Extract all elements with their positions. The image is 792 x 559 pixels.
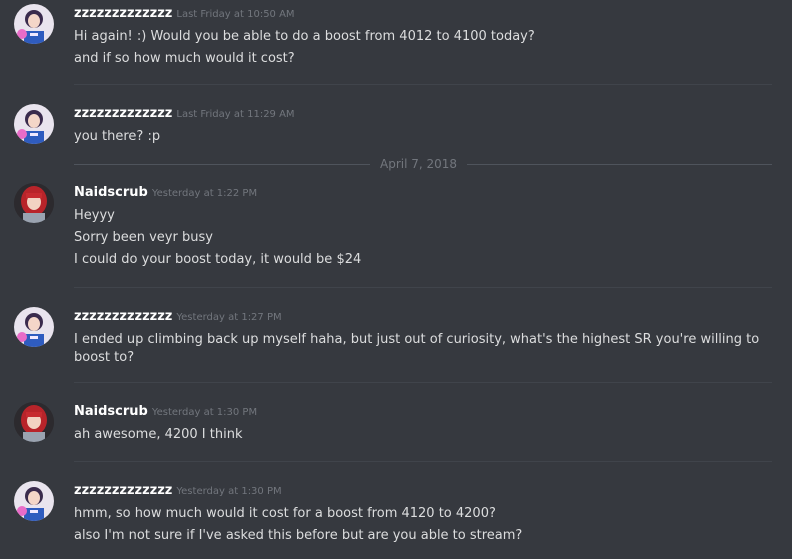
message-header: zzzzzzzzzzzzz Yesterday at 1:30 PM bbox=[74, 481, 282, 500]
avatar-naidscrub[interactable] bbox=[14, 183, 54, 223]
avatar-dva[interactable] bbox=[14, 4, 54, 44]
message-divider bbox=[74, 287, 772, 288]
username[interactable]: zzzzzzzzzzzzz bbox=[74, 483, 172, 498]
dva-avatar-icon bbox=[14, 4, 54, 44]
timestamp: Yesterday at 1:30 PM bbox=[151, 407, 258, 418]
avatar-dva[interactable] bbox=[14, 104, 54, 144]
timestamp: Last Friday at 11:29 AM bbox=[176, 109, 295, 120]
username[interactable]: Naidscrub bbox=[74, 185, 148, 200]
message-line: I ended up climbing back up myself haha,… bbox=[74, 332, 760, 365]
avatar-dva[interactable] bbox=[14, 307, 54, 347]
timestamp: Yesterday at 1:30 PM bbox=[176, 486, 282, 497]
dva-avatar-icon bbox=[14, 307, 54, 347]
message-content: ah awesome, 4200 I think bbox=[74, 424, 774, 446]
message-line: Hi again! :) Would you be able to do a b… bbox=[74, 29, 535, 44]
date-divider-label: April 7, 2018 bbox=[370, 157, 468, 171]
message-header: zzzzzzzzzzzzz Last Friday at 10:50 AM bbox=[74, 4, 295, 23]
message-line: also I'm not sure if I've asked this bef… bbox=[74, 528, 523, 543]
message-header: Naidscrub Yesterday at 1:22 PM bbox=[74, 183, 257, 202]
message-divider bbox=[74, 84, 772, 85]
message-line: Sorry been veyr busy bbox=[74, 230, 213, 245]
message-header: Naidscrub Yesterday at 1:30 PM bbox=[74, 402, 257, 421]
message-content: Heyyy Sorry been veyr busy I could do yo… bbox=[74, 205, 774, 271]
chat-messages-container: zzzzzzzzzzzzz Last Friday at 10:50 AM Hi … bbox=[0, 0, 792, 559]
message-line: Heyyy bbox=[74, 208, 115, 223]
timestamp: Last Friday at 10:50 AM bbox=[176, 9, 295, 20]
red-hair-avatar-icon bbox=[14, 402, 54, 442]
message-content: you there? :p bbox=[74, 126, 774, 148]
message-divider bbox=[74, 461, 772, 462]
username[interactable]: Naidscrub bbox=[74, 404, 148, 419]
timestamp: Yesterday at 1:22 PM bbox=[151, 188, 258, 199]
avatar-dva[interactable] bbox=[14, 481, 54, 521]
username[interactable]: zzzzzzzzzzzzz bbox=[74, 309, 172, 324]
message-line: I could do your boost today, it would be… bbox=[74, 252, 362, 267]
username[interactable]: zzzzzzzzzzzzz bbox=[74, 106, 172, 121]
red-hair-avatar-icon bbox=[14, 183, 54, 223]
dva-avatar-icon bbox=[14, 481, 54, 521]
username[interactable]: zzzzzzzzzzzzz bbox=[74, 6, 172, 21]
message-content: Hi again! :) Would you be able to do a b… bbox=[74, 26, 774, 70]
message-line: hmm, so how much would it cost for a boo… bbox=[74, 506, 496, 521]
message-header: zzzzzzzzzzzzz Yesterday at 1:27 PM bbox=[74, 307, 282, 326]
message-divider bbox=[74, 382, 772, 383]
dva-avatar-icon bbox=[14, 104, 54, 144]
message-content: I ended up climbing back up myself haha,… bbox=[74, 329, 774, 367]
message-line: and if so how much would it cost? bbox=[74, 51, 295, 66]
message-line: ah awesome, 4200 I think bbox=[74, 427, 243, 442]
timestamp: Yesterday at 1:27 PM bbox=[176, 312, 282, 323]
avatar-naidscrub[interactable] bbox=[14, 402, 54, 442]
message-line: you there? :p bbox=[74, 129, 161, 144]
message-header: zzzzzzzzzzzzz Last Friday at 11:29 AM bbox=[74, 104, 295, 123]
message-content: hmm, so how much would it cost for a boo… bbox=[74, 503, 774, 547]
